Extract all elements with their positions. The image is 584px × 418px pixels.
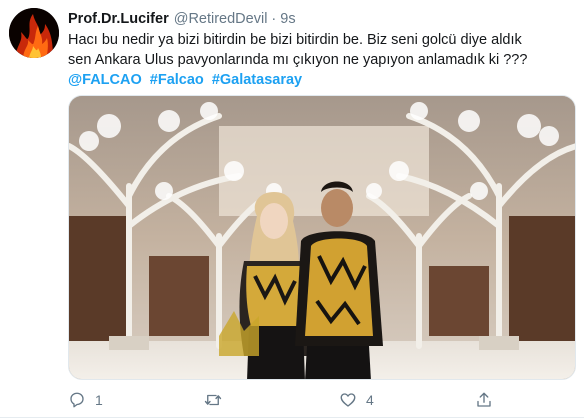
avatar[interactable] xyxy=(9,8,59,58)
tweet-text-line: Hacı bu nedir ya bizi bitirdin be bizi b… xyxy=(68,32,522,48)
share-button[interactable] xyxy=(475,388,502,412)
separator-dot: · xyxy=(271,11,277,27)
reply-button[interactable]: 1 xyxy=(68,388,103,412)
like-button[interactable]: 4 xyxy=(339,388,374,412)
reply-count: 1 xyxy=(95,392,103,408)
mention-falcao[interactable]: @FALCAO xyxy=(68,72,142,88)
reply-icon xyxy=(70,392,84,408)
retweet-button[interactable] xyxy=(203,388,232,412)
hashtag-galatasaray[interactable]: #Galatasaray xyxy=(212,72,302,88)
tweet-text-line: sen Ankara Ulus pavyonlarında mı çıkıyon… xyxy=(68,52,528,68)
user-handle[interactable]: @RetiredDevil xyxy=(174,11,268,27)
like-count: 4 xyxy=(366,392,374,408)
hashtag-falcao[interactable]: #Falcao xyxy=(150,72,204,88)
tweet[interactable]: Prof.Dr.Lucifer @RetiredDevil · 9s Hacı … xyxy=(0,0,584,418)
retweet-icon xyxy=(204,394,222,406)
display-name[interactable]: Prof.Dr.Lucifer xyxy=(68,11,169,27)
photo-image xyxy=(69,96,575,379)
tweet-time[interactable]: 9s xyxy=(280,11,295,27)
heart-icon xyxy=(340,393,356,407)
tweet-header: Prof.Dr.Lucifer @RetiredDevil · 9s xyxy=(68,10,296,28)
tweet-actions: 1 4 xyxy=(68,388,576,412)
tweet-photo[interactable] xyxy=(68,95,576,380)
tweet-tags: @FALCAO #Falcao #Galatasaray xyxy=(68,70,306,90)
avatar-image xyxy=(9,8,59,58)
share-icon xyxy=(477,392,491,407)
tweet-text: Hacı bu nedir ya bizi bitirdin be bizi b… xyxy=(68,30,568,70)
